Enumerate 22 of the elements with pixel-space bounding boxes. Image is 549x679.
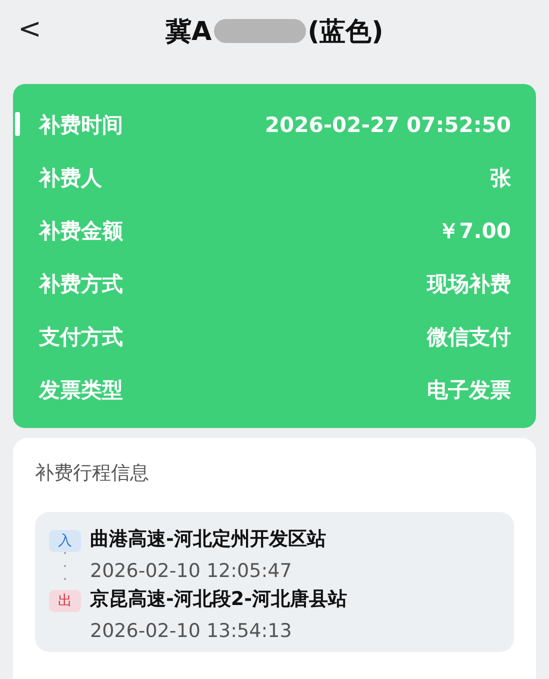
field-label: 支付方式	[39, 324, 123, 350]
field-value: 微信支付	[427, 324, 511, 350]
field-value: 现场补费	[427, 270, 511, 298]
field-label: 发票类型	[39, 376, 123, 404]
plate-title: 冀A	[166, 16, 212, 48]
pass-time: 2026-02-10 12:05:47	[90, 560, 293, 582]
station-name: 曲港高速-河北定州开发区站	[90, 527, 326, 552]
field-value: 电子发票	[427, 376, 511, 404]
direction-tag: 入	[49, 530, 81, 552]
field-value: ￥7.00	[438, 218, 511, 244]
field-label: 补费方式	[39, 270, 123, 298]
field-label: 补费时间	[39, 112, 123, 138]
plate-color: (蓝色)	[308, 16, 384, 48]
section-title: 补费行程信息	[35, 461, 150, 486]
field-label: 补费人	[39, 164, 102, 192]
field-value: 张	[490, 164, 511, 192]
back-button[interactable]: <	[18, 12, 42, 45]
direction-tag: 出	[49, 590, 81, 612]
pass-time: 2026-02-10 13:54:13	[90, 620, 293, 642]
station-name: 京昆高速-河北段2-河北唐县站	[90, 587, 347, 612]
field-label: 补费金额	[39, 218, 123, 244]
field-value: 2026-02-27 07:52:50	[264, 112, 511, 136]
